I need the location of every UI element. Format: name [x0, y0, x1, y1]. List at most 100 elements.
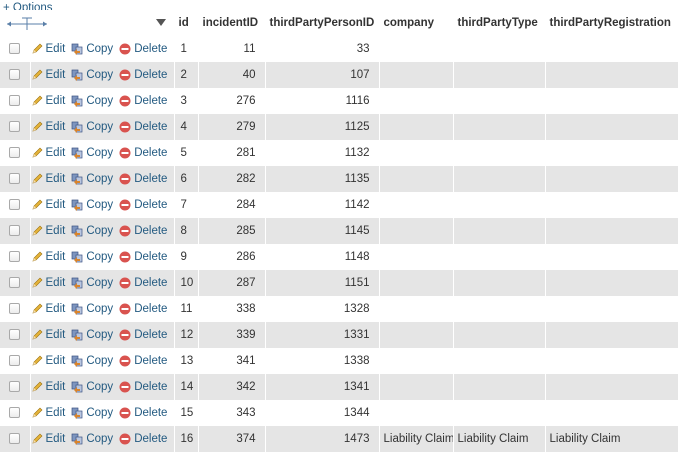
- cell-thirdPartyPersonID[interactable]: 1135: [265, 166, 380, 192]
- cell-company[interactable]: [379, 374, 454, 400]
- row-checkbox[interactable]: [9, 329, 21, 341]
- edit-link[interactable]: Edit: [31, 381, 65, 393]
- copy-link[interactable]: Copy: [71, 381, 113, 393]
- cell-thirdPartyPersonID[interactable]: 33: [265, 36, 380, 62]
- cell-incidentID[interactable]: 339: [198, 322, 266, 348]
- copy-link[interactable]: Copy: [71, 173, 113, 185]
- cell-thirdPartyPersonID[interactable]: 107: [265, 62, 380, 88]
- cell-thirdPartyRegistration[interactable]: [545, 88, 679, 114]
- cell-company[interactable]: [379, 244, 454, 270]
- cell-incidentID[interactable]: 284: [198, 192, 266, 218]
- cell-thirdPartyRegistration[interactable]: [545, 374, 679, 400]
- cell-company[interactable]: [379, 348, 454, 374]
- cell-thirdPartyType[interactable]: [453, 322, 546, 348]
- copy-link[interactable]: Copy: [71, 433, 113, 445]
- cell-company[interactable]: [379, 88, 454, 114]
- cell-thirdPartyPersonID[interactable]: 1473: [265, 426, 380, 452]
- delete-link[interactable]: Delete: [119, 173, 167, 185]
- row-checkbox[interactable]: [9, 303, 21, 315]
- cell-thirdPartyPersonID[interactable]: 1344: [265, 400, 380, 426]
- copy-link[interactable]: Copy: [71, 407, 113, 419]
- delete-link[interactable]: Delete: [119, 43, 167, 55]
- edit-link[interactable]: Edit: [31, 277, 65, 289]
- delete-link[interactable]: Delete: [119, 69, 167, 81]
- cell-thirdPartyType[interactable]: [453, 88, 546, 114]
- cell-thirdPartyType[interactable]: [453, 36, 546, 62]
- cell-incidentID[interactable]: 286: [198, 244, 266, 270]
- col-header-thirdPartyPersonID[interactable]: thirdPartyPersonID: [265, 10, 380, 36]
- copy-link[interactable]: Copy: [71, 329, 113, 341]
- cell-thirdPartyRegistration[interactable]: [545, 114, 679, 140]
- cell-id[interactable]: 16: [174, 426, 199, 452]
- cell-company[interactable]: [379, 296, 454, 322]
- cell-incidentID[interactable]: 281: [198, 140, 266, 166]
- row-checkbox[interactable]: [9, 95, 21, 107]
- copy-link[interactable]: Copy: [71, 121, 113, 133]
- cell-thirdPartyType[interactable]: [453, 348, 546, 374]
- col-header-thirdPartyType[interactable]: thirdPartyType: [453, 10, 546, 36]
- copy-link[interactable]: Copy: [71, 95, 113, 107]
- row-checkbox[interactable]: [9, 381, 21, 393]
- cell-id[interactable]: 11: [174, 296, 199, 322]
- row-checkbox[interactable]: [9, 407, 21, 419]
- cell-incidentID[interactable]: 40: [198, 62, 266, 88]
- cell-thirdPartyPersonID[interactable]: 1142: [265, 192, 380, 218]
- copy-link[interactable]: Copy: [71, 277, 113, 289]
- cell-id[interactable]: 4: [174, 114, 199, 140]
- row-checkbox[interactable]: [9, 355, 21, 367]
- row-checkbox[interactable]: [9, 251, 21, 263]
- cell-id[interactable]: 1: [174, 36, 199, 62]
- cell-thirdPartyRegistration[interactable]: Liability Claim: [545, 426, 679, 452]
- copy-link[interactable]: Copy: [71, 225, 113, 237]
- copy-link[interactable]: Copy: [71, 303, 113, 315]
- cell-id[interactable]: 12: [174, 322, 199, 348]
- delete-link[interactable]: Delete: [119, 251, 167, 263]
- cell-company[interactable]: [379, 270, 454, 296]
- cell-thirdPartyPersonID[interactable]: 1151: [265, 270, 380, 296]
- sort-triangle-icon[interactable]: [155, 19, 166, 26]
- cell-id[interactable]: 14: [174, 374, 199, 400]
- cell-thirdPartyPersonID[interactable]: 1132: [265, 140, 380, 166]
- delete-link[interactable]: Delete: [119, 225, 167, 237]
- cell-company[interactable]: [379, 166, 454, 192]
- cell-incidentID[interactable]: 374: [198, 426, 266, 452]
- cell-thirdPartyPersonID[interactable]: 1145: [265, 218, 380, 244]
- column-resize-arrows-icon[interactable]: [6, 17, 48, 31]
- edit-link[interactable]: Edit: [31, 95, 65, 107]
- edit-link[interactable]: Edit: [31, 147, 65, 159]
- delete-link[interactable]: Delete: [119, 199, 167, 211]
- cell-id[interactable]: 6: [174, 166, 199, 192]
- cell-thirdPartyPersonID[interactable]: 1331: [265, 322, 380, 348]
- cell-thirdPartyType[interactable]: [453, 62, 546, 88]
- row-checkbox[interactable]: [9, 43, 21, 55]
- edit-link[interactable]: Edit: [31, 303, 65, 315]
- cell-company[interactable]: [379, 140, 454, 166]
- edit-link[interactable]: Edit: [31, 329, 65, 341]
- cell-thirdPartyRegistration[interactable]: [545, 36, 679, 62]
- delete-link[interactable]: Delete: [119, 381, 167, 393]
- col-header-thirdPartyRegistration[interactable]: thirdPartyRegistration: [545, 10, 679, 36]
- delete-link[interactable]: Delete: [119, 277, 167, 289]
- cell-thirdPartyPersonID[interactable]: 1328: [265, 296, 380, 322]
- cell-thirdPartyType[interactable]: Liability Claim: [453, 426, 546, 452]
- cell-incidentID[interactable]: 342: [198, 374, 266, 400]
- cell-incidentID[interactable]: 338: [198, 296, 266, 322]
- copy-link[interactable]: Copy: [71, 147, 113, 159]
- cell-incidentID[interactable]: 287: [198, 270, 266, 296]
- cell-thirdPartyType[interactable]: [453, 244, 546, 270]
- copy-link[interactable]: Copy: [71, 43, 113, 55]
- row-checkbox[interactable]: [9, 225, 21, 237]
- cell-thirdPartyType[interactable]: [453, 218, 546, 244]
- cell-incidentID[interactable]: 279: [198, 114, 266, 140]
- cell-thirdPartyRegistration[interactable]: [545, 166, 679, 192]
- cell-id[interactable]: 10: [174, 270, 199, 296]
- delete-link[interactable]: Delete: [119, 433, 167, 445]
- cell-company[interactable]: [379, 218, 454, 244]
- edit-link[interactable]: Edit: [31, 355, 65, 367]
- cell-id[interactable]: 9: [174, 244, 199, 270]
- cell-company[interactable]: [379, 400, 454, 426]
- cell-company[interactable]: [379, 62, 454, 88]
- cell-company[interactable]: [379, 114, 454, 140]
- cell-id[interactable]: 2: [174, 62, 199, 88]
- cell-thirdPartyType[interactable]: [453, 400, 546, 426]
